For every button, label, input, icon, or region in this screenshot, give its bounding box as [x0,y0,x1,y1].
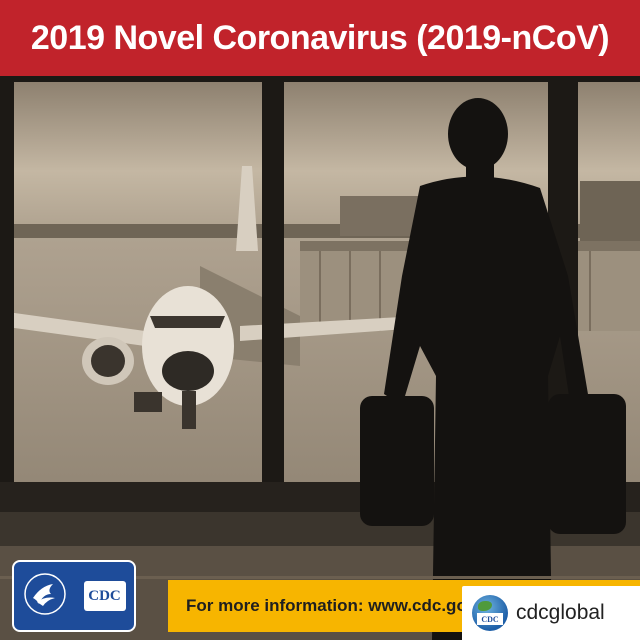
airport-photo [0,76,640,640]
hhs-eagle-icon [23,572,67,621]
cdc-logo-icon: CDC [83,581,126,611]
poster: 2019 Novel Coronavirus (2019-nCoV) For m… [0,0,640,640]
page-title: 2019 Novel Coronavirus (2019-nCoV) [30,18,610,57]
title-banner: 2019 Novel Coronavirus (2019-nCoV) [0,0,640,76]
handle-text: cdcglobal [516,601,605,624]
info-text: For more information: www.cdc.gov [186,596,468,615]
cdc-globe-icon: CDC [472,595,508,631]
social-handle: CDC cdcglobal [462,586,640,640]
hhs-cdc-logo: CDC [12,560,136,632]
